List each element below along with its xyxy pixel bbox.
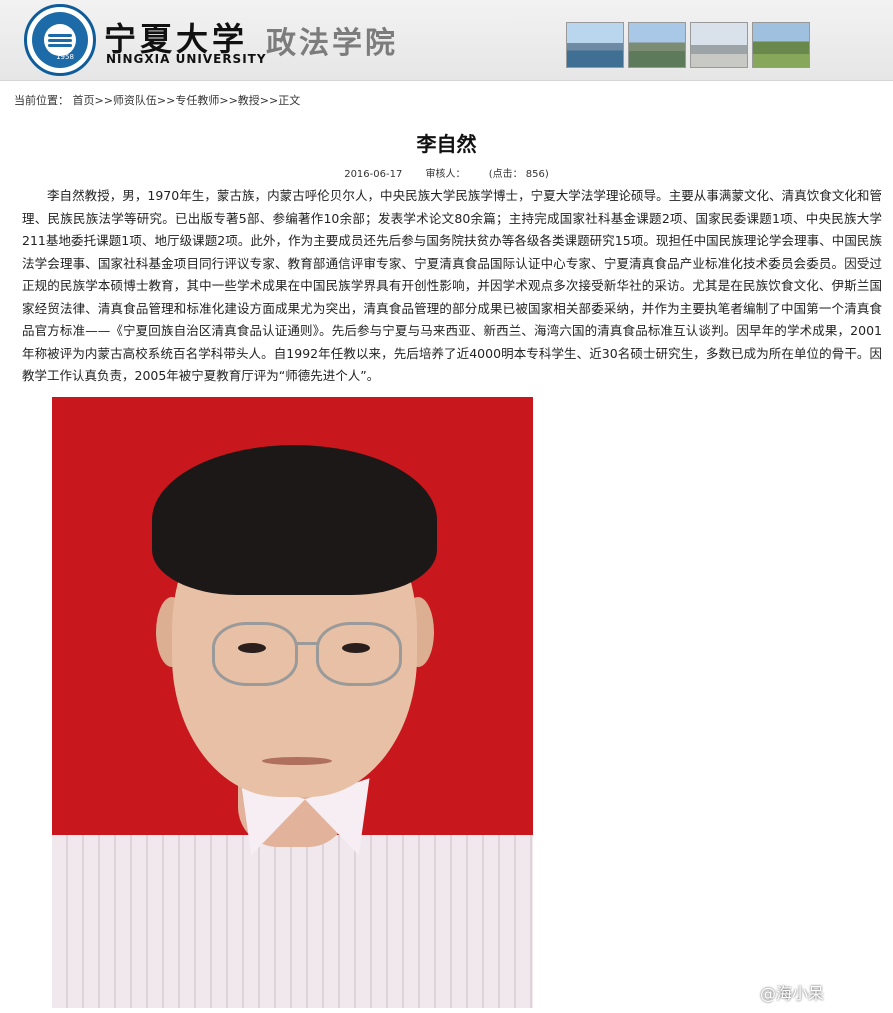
page-title: 李自然 (416, 132, 477, 156)
header-photo-strip (566, 22, 810, 68)
click-count: (点击： 856) (488, 169, 549, 180)
logo-emblem (44, 24, 76, 56)
photo-shirt (52, 835, 533, 1008)
campus-photo (566, 22, 624, 68)
logo-ring: 1958 (32, 12, 88, 68)
article-meta: 2016-06-17 审核人： (点击： 856) (0, 165, 893, 180)
photo-hair (152, 445, 437, 595)
site-header: 1958 宁夏大学 NINGXIA UNIVERSITY 政法学院 (0, 0, 893, 81)
college-name: 政法学院 (266, 26, 398, 61)
reviewer-label: 审核人： (425, 169, 466, 180)
logo-year: 1958 (56, 53, 74, 61)
glasses-right-lens (316, 622, 402, 686)
publish-date: 2016-06-17 (344, 169, 403, 180)
campus-photo (752, 22, 810, 68)
photo-mouth (262, 757, 332, 765)
breadcrumb[interactable]: 当前位置： 首页>>师资队伍>>专任教师>>教授>>正文 (14, 92, 300, 108)
article-body: 李自然教授，男，1970年生，蒙古族，内蒙古呼伦贝尔人，中央民族大学民族学博士，… (22, 188, 882, 383)
university-name-en: NINGXIA UNIVERSITY (106, 52, 267, 66)
university-logo[interactable]: 1958 (24, 4, 96, 76)
glasses-bridge (295, 642, 319, 645)
logo-wave-icon (48, 34, 72, 37)
campus-photo (628, 22, 686, 68)
glasses-left-lens (212, 622, 298, 686)
campus-photo (690, 22, 748, 68)
portrait-photo (52, 397, 533, 1008)
weibo-watermark: @海小呆 (760, 984, 825, 1003)
